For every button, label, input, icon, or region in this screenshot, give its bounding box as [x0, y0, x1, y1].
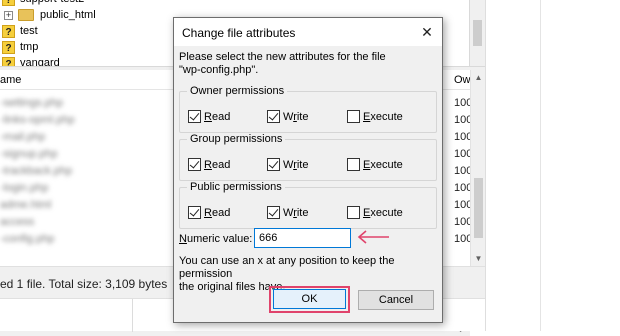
status-text: ed 1 file. Total size: 3,109 bytes: [0, 277, 168, 291]
checkbox-label: W: [283, 207, 294, 219]
ok-button-highlight: OK: [269, 286, 350, 313]
tree-scrollbar[interactable]: [470, 0, 485, 66]
right-side-pane: [485, 0, 620, 331]
expand-plus-icon[interactable]: +: [4, 10, 13, 20]
owner-execute-checkbox[interactable]: Execute: [347, 109, 403, 124]
numeric-value-label: Numeric value:: [179, 233, 252, 245]
file-name[interactable]: -mail.php: [0, 131, 45, 143]
checkbox-label: ead: [211, 111, 231, 123]
checkbox-label: ite: [296, 207, 309, 219]
question-mark-icon: ?: [2, 56, 15, 66]
arrow-left-icon: [357, 230, 389, 244]
public-permissions-group: Public permissions Read Write Execute: [179, 181, 437, 229]
file-name[interactable]: access: [0, 216, 34, 228]
question-mark-icon: ?: [2, 40, 15, 54]
checkbox-label: W: [283, 159, 294, 171]
file-name[interactable]: -settings.php: [0, 97, 63, 109]
group-execute-checkbox[interactable]: Execute: [347, 157, 403, 172]
access-key: R: [204, 159, 212, 171]
checkbox-checked-icon[interactable]: [188, 205, 201, 219]
tree-item-vangard[interactable]: ? vangard: [2, 55, 60, 66]
access-key: N: [179, 233, 187, 245]
tree-item-public-html[interactable]: + public_html: [4, 7, 96, 24]
group-legend: Group permissions: [187, 133, 286, 145]
file-name[interactable]: -config.php: [0, 233, 54, 245]
access-key: R: [204, 207, 212, 219]
checkbox-label: ead: [211, 159, 231, 171]
instruction-line: Please select the new attributes for the…: [179, 51, 386, 63]
column-separator: [540, 0, 541, 331]
dialog-title: Change file attributes: [182, 26, 296, 40]
checkbox-label: ead: [211, 207, 231, 219]
checkbox-checked-icon[interactable]: [188, 157, 201, 171]
owner-read-checkbox[interactable]: Read: [188, 109, 231, 124]
tree-item-label: vangard: [20, 57, 60, 66]
cancel-button[interactable]: Cancel: [358, 290, 434, 310]
checkbox-label: W: [283, 111, 294, 123]
scroll-down-icon[interactable]: ▼: [471, 251, 486, 266]
file-name[interactable]: adme.html: [0, 199, 51, 211]
group-legend: Owner permissions: [187, 85, 288, 97]
folder-icon: [18, 9, 34, 22]
checkbox-label: ite: [296, 159, 309, 171]
tree-scrollbar-thumb[interactable]: [473, 20, 482, 46]
file-name[interactable]: -login.php: [0, 182, 48, 194]
column-header-filename[interactable]: ame: [0, 74, 21, 86]
dialog-titlebar[interactable]: Change file attributes ✕: [174, 18, 442, 46]
checkbox-label: xecute: [370, 111, 403, 123]
question-mark-icon: ?: [2, 0, 15, 6]
tree-item-tmp[interactable]: ? tmp: [2, 39, 38, 56]
checkbox-label: ite: [296, 111, 309, 123]
public-read-checkbox[interactable]: Read: [188, 205, 231, 220]
checkbox-label: xecute: [370, 159, 403, 171]
numeric-value-input[interactable]: [254, 228, 351, 248]
checkbox-unchecked-icon[interactable]: [347, 157, 360, 171]
target-filename: "wp-config.php".: [179, 64, 259, 76]
checkbox-checked-icon[interactable]: [267, 157, 280, 171]
owner-write-checkbox[interactable]: Write: [267, 109, 309, 124]
checkbox-label: xecute: [370, 207, 403, 219]
tree-item-label: support-test2: [20, 0, 84, 5]
tree-item-label: test: [20, 25, 38, 37]
group-write-checkbox[interactable]: Write: [267, 157, 309, 172]
owner-permissions-group: Owner permissions Read Write Execute: [179, 85, 437, 133]
tree-item-test[interactable]: ? test: [2, 23, 38, 40]
hint-line: You can use an x at any position to keep…: [179, 255, 395, 280]
checkbox-checked-icon[interactable]: [267, 109, 280, 123]
numeric-value-label-text: umeric value:: [186, 233, 253, 245]
close-icon[interactable]: ✕: [416, 21, 438, 43]
file-name[interactable]: -links-opml.php: [0, 114, 75, 126]
access-key: R: [204, 111, 212, 123]
checkbox-checked-icon[interactable]: [188, 109, 201, 123]
group-permissions-group: Group permissions Read Write Execute: [179, 133, 437, 181]
file-list-scrollbar-thumb[interactable]: [474, 178, 483, 238]
ok-button[interactable]: OK: [273, 289, 346, 309]
public-write-checkbox[interactable]: Write: [267, 205, 309, 220]
dialog-instructions: Please select the new attributes for the…: [179, 51, 439, 77]
column-header-owner[interactable]: Ow: [454, 74, 471, 86]
file-name[interactable]: -trackback.php: [0, 165, 72, 177]
public-execute-checkbox[interactable]: Execute: [347, 205, 403, 220]
tree-item-label: tmp: [20, 41, 39, 53]
group-legend: Public permissions: [187, 181, 285, 193]
column-separator: [132, 299, 133, 332]
checkbox-checked-icon[interactable]: [267, 205, 280, 219]
scroll-up-icon[interactable]: ▲: [471, 70, 486, 85]
question-mark-icon: ?: [2, 24, 15, 38]
tree-item-label: public_html: [40, 9, 96, 21]
file-name[interactable]: -signup.php: [0, 148, 58, 160]
change-file-attributes-dialog: Change file attributes ✕ Please select t…: [173, 17, 443, 323]
file-list-vertical-scrollbar[interactable]: ▲ ▼: [470, 70, 485, 266]
group-read-checkbox[interactable]: Read: [188, 157, 231, 172]
checkbox-unchecked-icon[interactable]: [347, 109, 360, 123]
checkbox-unchecked-icon[interactable]: [347, 205, 360, 219]
